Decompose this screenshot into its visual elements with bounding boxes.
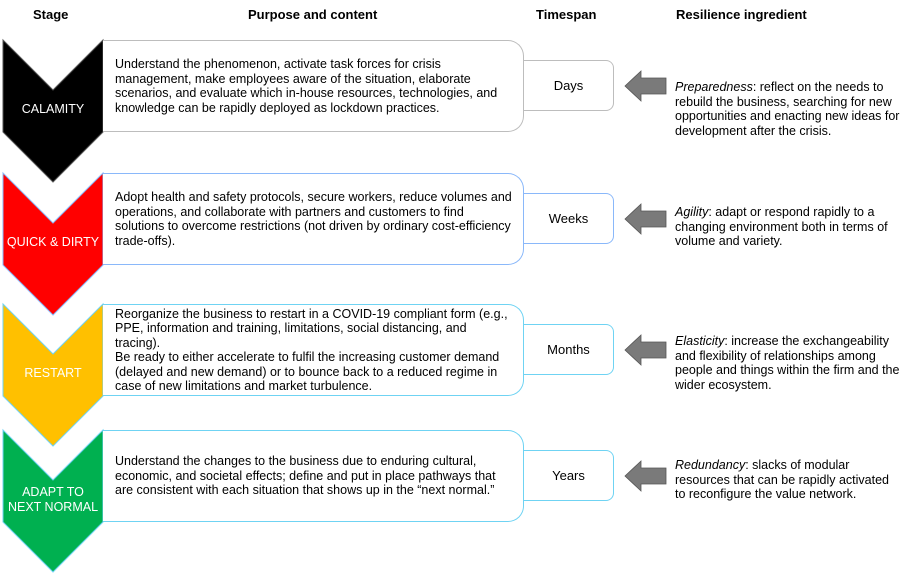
purpose-box: Adopt health and safety protocols, secur… bbox=[103, 173, 524, 265]
timespan-box: Months bbox=[524, 324, 614, 375]
resilience-ingredient: Redundancy: slacks of modular resources … bbox=[675, 458, 900, 502]
header-resilience: Resilience ingredient bbox=[676, 7, 807, 22]
purpose-box: Understand the changes to the business d… bbox=[103, 430, 524, 522]
stage-label: ADAPT TO NEXT NORMAL bbox=[7, 485, 99, 514]
header-timespan: Timespan bbox=[536, 7, 597, 22]
timespan-box: Days bbox=[524, 60, 614, 111]
purpose-text: Reorganize the business to restart in a … bbox=[115, 306, 508, 394]
resilience-ingredient: Elasticity: increase the exchangeability… bbox=[675, 334, 900, 392]
left-arrow-icon bbox=[624, 70, 667, 102]
purpose-text: Adopt health and safety protocols, secur… bbox=[115, 190, 512, 248]
header-purpose: Purpose and content bbox=[248, 7, 378, 22]
timespan-label: Days bbox=[553, 78, 584, 93]
left-arrow-icon bbox=[624, 334, 667, 366]
ingredient-name: Preparedness bbox=[675, 80, 753, 94]
timespan-box: Years bbox=[524, 450, 614, 501]
timespan-box: Weeks bbox=[524, 193, 614, 244]
left-arrow-icon bbox=[624, 203, 667, 235]
ingredient-name: Elasticity bbox=[675, 334, 725, 348]
ingredient-name: Redundancy bbox=[675, 458, 746, 472]
timespan-label: Months bbox=[547, 342, 590, 357]
left-arrow-icon bbox=[624, 460, 667, 492]
timespan-label: Years bbox=[552, 468, 585, 483]
purpose-box: Reorganize the business to restart in a … bbox=[103, 304, 524, 396]
resilience-stages-diagram: Stage Purpose and content Timespan Resil… bbox=[0, 0, 906, 574]
resilience-ingredient: Preparedness: reflect on the needs to re… bbox=[675, 80, 900, 138]
purpose-text: Understand the phenomenon, activate task… bbox=[115, 57, 498, 115]
ingredient-name: Agility bbox=[675, 205, 709, 219]
purpose-text: Understand the changes to the business d… bbox=[115, 454, 496, 498]
purpose-box: Understand the phenomenon, activate task… bbox=[103, 40, 524, 132]
timespan-label: Weeks bbox=[548, 211, 589, 226]
resilience-ingredient: Agility: adapt or respond rapidly to a c… bbox=[675, 205, 900, 249]
